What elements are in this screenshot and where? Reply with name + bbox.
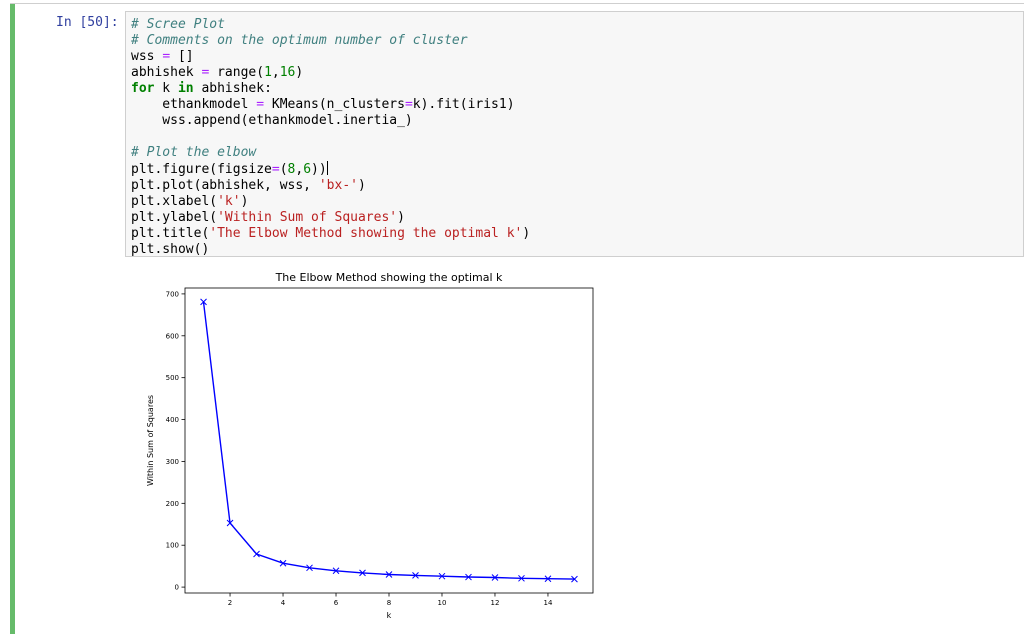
code-token: plt.xlabel( <box>131 194 218 209</box>
code-token: range( <box>209 65 265 80</box>
code-number: 16 <box>279 65 296 80</box>
code-editor[interactable]: # Scree Plot # Comments on the optimum n… <box>131 17 530 258</box>
x-tick-label: 10 <box>438 599 447 607</box>
plot-frame <box>184 287 594 594</box>
code-number: 1 <box>264 65 272 80</box>
code-token: ethankmodel <box>131 97 257 112</box>
x-tick-label: 6 <box>334 599 339 607</box>
code-comment: # Comments on the optimum number of clus… <box>131 33 468 48</box>
code-token: ) <box>240 194 249 209</box>
code-token: abhishek: <box>193 81 272 96</box>
code-token: ) <box>397 210 405 225</box>
code-token: plt.figure(figsize <box>131 162 272 177</box>
x-tick-label: 2 <box>228 599 232 607</box>
text-cursor <box>326 161 328 175</box>
code-string: 'Within Sum of Squares' <box>217 210 398 225</box>
code-token: k <box>154 81 178 96</box>
code-comment: # Scree Plot <box>131 17 225 32</box>
y-tick-label: 100 <box>166 542 179 550</box>
elbow-chart: The Elbow Method showing the optimal k k W… <box>146 271 594 620</box>
y-tick-label: 400 <box>166 416 179 424</box>
code-string: 'bx-' <box>318 178 358 193</box>
series-line <box>202 301 575 580</box>
code-token: plt.title( <box>131 226 210 241</box>
code-string: 'The Elbow Method showing the optimal k' <box>209 226 523 241</box>
y-tick-label: 600 <box>166 332 179 340</box>
code-token: ) <box>357 178 366 193</box>
code-token: plt.plot(abhishek, wss, <box>131 178 319 193</box>
x-tick-label: 12 <box>491 599 500 607</box>
code-token: ( <box>279 162 288 177</box>
y-axis-label: Within Sum of Squares <box>146 395 155 486</box>
code-keyword: for <box>131 81 155 96</box>
code-token: ) <box>295 65 304 80</box>
code-token: abhishek <box>131 65 202 80</box>
chart-title: The Elbow Method showing the optimal k <box>275 271 503 284</box>
code-token: wss.append(ethankmodel.inertia_) <box>131 113 413 128</box>
code-keyword: in <box>177 81 194 96</box>
code-operator: = <box>271 162 280 177</box>
y-tick-label: 700 <box>166 290 179 298</box>
code-comment: # Plot the elbow <box>131 145 257 160</box>
code-token: )) <box>311 162 327 177</box>
x-tick-label: 8 <box>387 599 391 607</box>
code-token: , <box>271 65 280 80</box>
code-number: 6 <box>303 162 312 177</box>
code-token: KMeans(n_clusters <box>264 97 405 112</box>
cell-output: The Elbow Method showing the optimal k k W… <box>125 266 725 631</box>
code-input-area[interactable]: # Scree Plot # Comments on the optimum n… <box>125 11 1024 257</box>
y-tick-label: 300 <box>166 458 179 466</box>
code-operator: = <box>162 49 171 64</box>
notebook-cell[interactable]: In [50]: # Scree Plot # Comments on the … <box>10 3 1024 634</box>
code-token: ) <box>522 226 531 241</box>
y-tick-label: 200 <box>166 500 179 508</box>
x-tick-label: 4 <box>281 599 286 607</box>
code-operator: = <box>404 97 413 112</box>
code-token: wss <box>131 49 163 64</box>
code-token: [] <box>170 49 194 64</box>
cell-prompt: In [50]: <box>56 15 119 30</box>
y-tick-label: 0 <box>175 584 179 592</box>
code-string: 'k' <box>217 194 241 209</box>
x-tick-label: 14 <box>544 599 553 607</box>
code-token: plt.show() <box>131 242 210 257</box>
x-axis-label: k <box>387 611 392 620</box>
code-token: plt.ylabel( <box>131 210 218 225</box>
code-operator: = <box>256 97 265 112</box>
code-token: k).fit(iris1) <box>412 97 515 112</box>
cell-selected-bar <box>10 4 15 634</box>
y-tick-label: 500 <box>166 374 179 382</box>
